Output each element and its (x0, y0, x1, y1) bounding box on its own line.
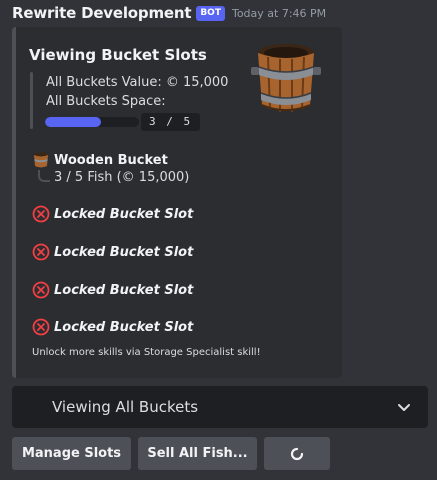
refresh-icon (290, 447, 304, 460)
space-progress-fill (45, 117, 102, 127)
bot-badge: BOT (196, 5, 225, 21)
chevron-down-icon (398, 404, 410, 411)
sell-all-fish-button[interactable]: Sell All Fish... (138, 437, 257, 470)
locked-x-icon (32, 318, 50, 336)
bucket-embed: Viewing Bucket Slots All Buckets Value: … (12, 27, 342, 378)
locked-x-icon (32, 205, 50, 223)
message-header: Rewrite Development BOT Today at 7:46 PM (12, 3, 326, 23)
slot-name: Wooden Bucket (54, 152, 168, 168)
locked-slot-label: Locked Bucket Slot (54, 282, 194, 298)
locked-slot-4: Locked Bucket Slot (32, 318, 193, 336)
slot-wooden-bucket: Wooden Bucket 3 / 5 Fish (© 15,000) (32, 151, 189, 185)
manage-slots-button[interactable]: Manage Slots (12, 437, 131, 470)
all-buckets-value: All Buckets Value: © 15,000 (46, 75, 229, 90)
embed-footer: Unlock more skills via Storage Specialis… (32, 347, 261, 358)
message-timestamp: Today at 7:46 PM (231, 6, 327, 20)
wooden-bucket-icon (34, 152, 48, 168)
locked-slot-label: Locked Bucket Slot (54, 206, 194, 222)
locked-slot-label: Locked Bucket Slot (54, 244, 194, 260)
tree-connector (38, 169, 50, 182)
author-name[interactable]: Rewrite Development (12, 4, 192, 22)
locked-slot-label: Locked Bucket Slot (54, 319, 194, 335)
space-progress: 3 / 5 (45, 113, 201, 131)
locked-slot-3: Locked Bucket Slot (32, 281, 193, 299)
locked-x-icon (32, 281, 50, 299)
locked-slot-1: Locked Bucket Slot (32, 205, 193, 223)
space-progress-bar (45, 117, 139, 127)
wooden-bucket-thumbnail (251, 44, 321, 112)
all-buckets-space-label: All Buckets Space: (46, 94, 166, 109)
slot-detail: 3 / 5 Fish (© 15,000) (54, 170, 190, 185)
embed-title: Viewing Bucket Slots (29, 46, 207, 64)
locked-x-icon (32, 243, 50, 261)
select-menu-value: Viewing All Buckets (52, 398, 199, 416)
space-count: 3 / 5 (141, 113, 201, 131)
blockquote-bar (30, 72, 33, 129)
locked-slot-2: Locked Bucket Slot (32, 243, 193, 261)
bucket-select-menu[interactable]: Viewing All Buckets (12, 386, 428, 428)
refresh-button[interactable] (264, 437, 330, 470)
